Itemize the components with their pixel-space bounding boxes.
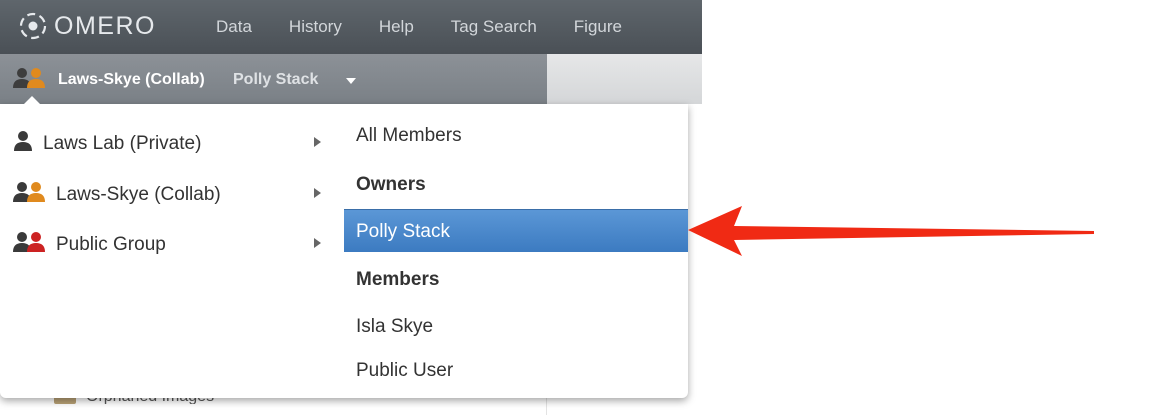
member-submenu: All Members Owners Polly Stack Members I… bbox=[344, 104, 688, 398]
annotation-arrow-icon bbox=[688, 206, 1094, 256]
group-item-label: Laws-Skye (Collab) bbox=[56, 184, 221, 205]
members-header-label: Members bbox=[356, 269, 440, 290]
logo-text: OMERO bbox=[54, 11, 156, 40]
collab-group-icon bbox=[12, 181, 50, 208]
nav-tag-search[interactable]: Tag Search bbox=[451, 17, 537, 37]
current-group-name: Laws-Skye (Collab) bbox=[58, 71, 205, 88]
group-item-label: Laws Lab (Private) bbox=[43, 133, 202, 154]
chevron-right-icon bbox=[314, 238, 321, 248]
member-item-isla-skye[interactable]: Isla Skye bbox=[344, 305, 688, 347]
group-user-selector[interactable]: Laws-Skye (Collab) Polly Stack bbox=[0, 54, 547, 104]
member-label: Public User bbox=[356, 360, 454, 381]
group-item-laws-lab[interactable]: Laws Lab (Private) bbox=[0, 122, 340, 162]
toolbar-area bbox=[547, 54, 702, 104]
all-members-item[interactable]: All Members bbox=[344, 114, 688, 156]
chevron-right-icon bbox=[314, 137, 321, 147]
nav-figure[interactable]: Figure bbox=[574, 17, 622, 37]
omero-logo-icon bbox=[18, 11, 48, 41]
member-item-polly-stack[interactable]: Polly Stack bbox=[344, 209, 688, 252]
nav-history[interactable]: History bbox=[289, 17, 342, 37]
top-navigation-bar: OMERO Data History Help Tag Search Figur… bbox=[0, 0, 702, 54]
main-nav: Data History Help Tag Search Figure bbox=[198, 0, 641, 54]
owners-header: Owners bbox=[344, 163, 688, 205]
group-item-public[interactable]: Public Group bbox=[0, 223, 340, 263]
private-group-icon bbox=[12, 130, 38, 157]
all-members-label: All Members bbox=[356, 125, 462, 146]
member-label: Polly Stack bbox=[356, 221, 450, 242]
group-user-dropdown: Laws Lab (Private) Laws-Skye (Collab) Pu… bbox=[0, 104, 688, 398]
members-header: Members bbox=[344, 258, 688, 300]
current-user-name: Polly Stack bbox=[233, 71, 319, 88]
member-label: Isla Skye bbox=[356, 316, 434, 337]
collab-group-icon bbox=[12, 67, 48, 94]
nav-help[interactable]: Help bbox=[379, 17, 414, 37]
group-item-label: Public Group bbox=[56, 234, 166, 255]
chevron-right-icon bbox=[314, 188, 321, 198]
chevron-down-icon bbox=[346, 78, 356, 84]
nav-data[interactable]: Data bbox=[216, 17, 252, 37]
dropdown-pointer bbox=[22, 96, 42, 106]
group-item-laws-skye[interactable]: Laws-Skye (Collab) bbox=[0, 173, 340, 213]
owners-header-label: Owners bbox=[356, 174, 426, 195]
member-item-public-user[interactable]: Public User bbox=[344, 349, 688, 391]
omero-logo[interactable]: OMERO bbox=[18, 10, 156, 42]
public-group-icon bbox=[12, 231, 50, 258]
